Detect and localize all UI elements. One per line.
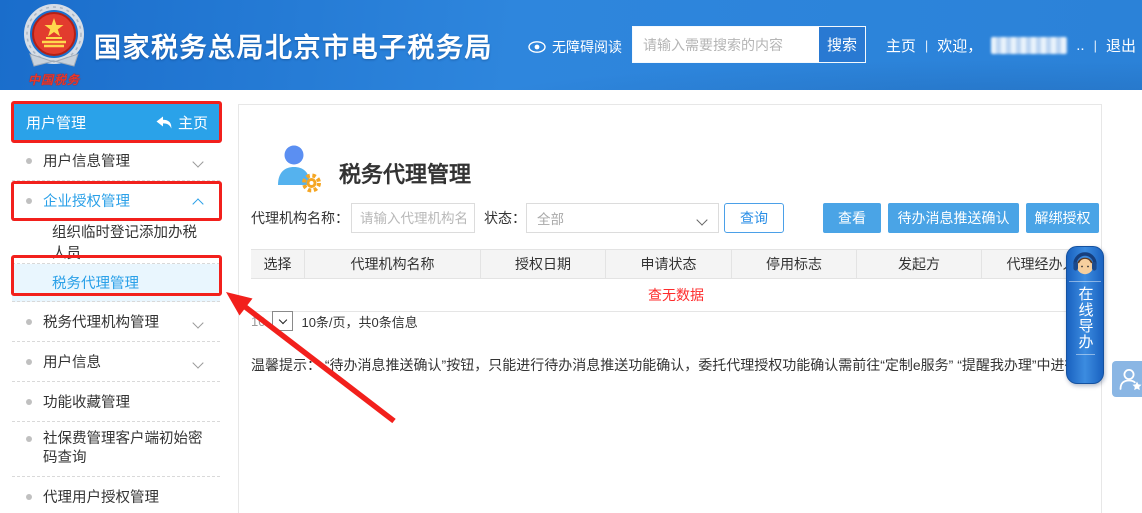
agency-name-label: 代理机构名称： — [251, 203, 349, 233]
header-search: 搜索 — [632, 26, 866, 63]
table-empty-row: 查无数据 — [251, 279, 1101, 312]
col-disable-flag: 停用标志 — [732, 250, 857, 278]
tip-text: 温馨提示： “待办消息推送确认”按钮，只能进行待办消息推送功能确认，委托代理授权… — [251, 355, 1089, 375]
filter-row: 代理机构名称： 状态： 全部 查询 查看 待办消息推送确认 解绑授权 — [239, 203, 1101, 233]
col-auth-date: 授权日期 — [481, 250, 606, 278]
sidebar-title: 用户管理 — [26, 112, 86, 133]
sidebar-item-tax-agency-org-mgmt[interactable]: 税务代理机构管理 — [12, 302, 220, 342]
main-content: 税务代理管理 代理机构名称： 状态： 全部 查询 查看 待办消息推送确认 解绑授… — [238, 104, 1102, 513]
query-button[interactable]: 查询 — [724, 203, 784, 233]
eye-icon — [528, 41, 546, 53]
bullet-icon — [26, 319, 32, 325]
bullet-icon — [26, 158, 32, 164]
header-nav: 主页 | 欢迎， .. | 退出 — [884, 35, 1136, 56]
sidebar-item-tax-agency-mgmt[interactable]: 税务代理管理 — [12, 264, 220, 302]
bullet-icon — [26, 436, 32, 442]
national-emblem-icon — [20, 4, 88, 68]
status-label: 状态： — [484, 203, 526, 233]
page-size-value: 10 — [251, 314, 265, 329]
view-button[interactable]: 查看 — [823, 203, 881, 233]
online-guide-tab[interactable]: 在线导办 — [1066, 246, 1104, 384]
agency-name-input[interactable] — [351, 203, 475, 233]
bullet-icon — [26, 399, 32, 405]
masked-suffix: .. — [1076, 37, 1084, 54]
top-header: 中国税务 国家税务总局北京市电子税务局 无障碍阅读 搜索 主页 | 欢迎， ..… — [0, 0, 1142, 90]
contact-favorite-widget[interactable] — [1112, 361, 1142, 397]
sidebar-home-link[interactable]: 主页 — [156, 112, 208, 133]
bullet-icon — [26, 198, 32, 204]
accessibility-link[interactable]: 无障碍阅读 — [528, 37, 622, 57]
status-selected-value: 全部 — [537, 208, 564, 228]
col-agency-name: 代理机构名称 — [305, 250, 481, 278]
chevron-down-icon — [192, 156, 203, 167]
nav-divider: | — [1094, 38, 1097, 53]
sidebar-item-user-info[interactable]: 用户信息 — [12, 342, 220, 382]
home-link[interactable]: 主页 — [886, 35, 916, 56]
status-select[interactable]: 全部 — [526, 203, 719, 233]
tax-bureau-logo: 中国税务 — [18, 4, 90, 88]
push-confirm-button[interactable]: 待办消息推送确认 — [888, 203, 1019, 233]
chevron-down-icon — [192, 357, 203, 368]
sidebar-item-enterprise-auth-mgmt[interactable]: 企业授权管理 — [12, 181, 220, 221]
unbind-auth-button[interactable]: 解绑授权 — [1026, 203, 1099, 233]
sidebar-item-org-temp-reg-add-staff[interactable]: 组织临时登记添加办税人员 — [12, 221, 220, 264]
masked-username — [991, 37, 1067, 54]
search-button[interactable]: 搜索 — [819, 27, 865, 62]
logo-caption: 中国税务 — [18, 71, 90, 88]
pagination-info: 10条/页，共0条信息 — [301, 312, 417, 331]
page-size-select[interactable] — [272, 311, 293, 331]
agency-table: 选择 代理机构名称 授权日期 申请状态 停用标志 发起方 代理经办人 查无数据 — [251, 249, 1101, 312]
chevron-down-icon — [192, 317, 203, 328]
page-title: 税务代理管理 — [339, 157, 471, 189]
bullet-icon — [26, 359, 32, 365]
accessibility-label: 无障碍阅读 — [552, 37, 622, 57]
sidebar-item-agency-user-auth-mgmt[interactable]: 代理用户授权管理 — [12, 477, 220, 513]
logout-link[interactable]: 退出 — [1106, 35, 1136, 56]
col-select: 选择 — [251, 250, 305, 278]
sidebar-header: 用户管理 主页 — [12, 103, 220, 141]
nav-divider: | — [925, 38, 928, 53]
table-header-row: 选择 代理机构名称 授权日期 申请状态 停用标志 发起方 代理经办人 — [251, 249, 1101, 279]
welcome-label: 欢迎， — [937, 35, 982, 56]
online-guide-label: 在线导办 — [1076, 286, 1095, 355]
pagination: 10 10条/页，共0条信息 — [251, 311, 418, 331]
sidebar-item-user-info-mgmt[interactable]: 用户信息管理 — [12, 141, 220, 181]
col-apply-status: 申请状态 — [606, 250, 732, 278]
bullet-icon — [26, 494, 32, 500]
agent-user-icon — [273, 143, 323, 198]
chevron-up-icon — [192, 198, 203, 209]
search-input[interactable] — [633, 27, 819, 62]
assistant-avatar — [1069, 251, 1101, 282]
col-initiator: 发起方 — [857, 250, 982, 278]
back-arrow-icon — [156, 116, 172, 129]
person-star-icon — [1117, 366, 1142, 392]
chevron-down-icon — [279, 315, 287, 323]
site-title: 国家税务总局北京市电子税务局 — [94, 26, 493, 65]
chevron-down-icon — [696, 214, 707, 225]
sidebar-item-favorites-mgmt[interactable]: 功能收藏管理 — [12, 382, 220, 422]
sidebar: 用户管理 主页 用户信息管理 企业授权管理 组织临时登记添加办税人员 税务代理管… — [12, 103, 220, 513]
sidebar-item-social-insurance-password[interactable]: 社保费管理客户端初始密码查询 — [12, 422, 220, 477]
